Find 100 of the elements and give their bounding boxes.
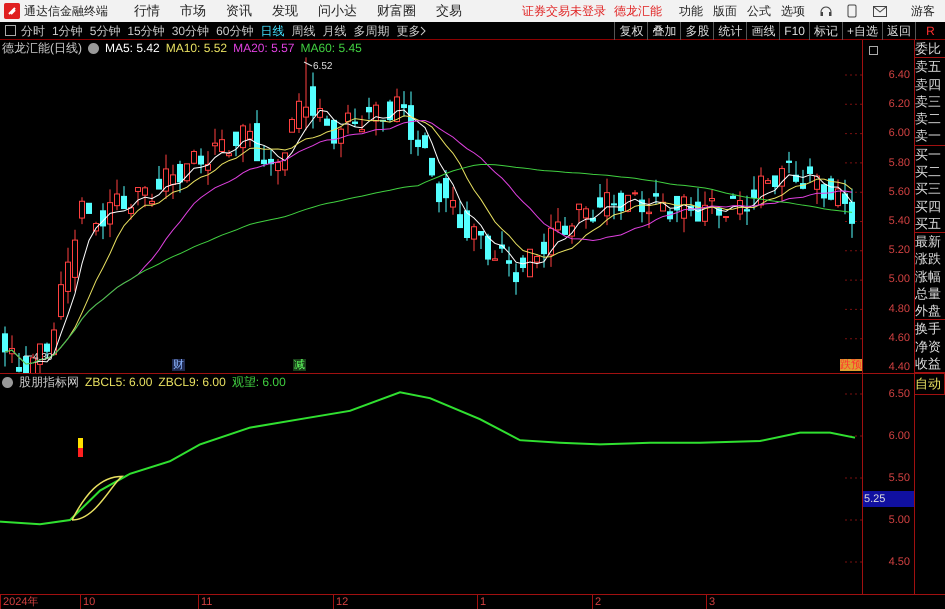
- quote-field-label: 收益: [915, 354, 942, 372]
- indicator-value: 观望: 6.00: [232, 374, 286, 391]
- date-axis-label: 11: [198, 595, 212, 609]
- toolbar-button[interactable]: 叠加: [647, 22, 680, 40]
- period-tab[interactable]: 月线: [322, 22, 346, 40]
- period-tab[interactable]: 日线: [260, 22, 284, 40]
- indicator-curve: [71, 476, 123, 521]
- period-tab[interactable]: 5分钟: [90, 22, 120, 40]
- period-tab[interactable]: 多周期: [353, 22, 390, 40]
- price-axis-label: 6.00: [888, 127, 910, 140]
- period-tab[interactable]: 1分钟: [52, 22, 83, 40]
- price-axis-label: 5.00: [888, 273, 910, 286]
- quote-field-label: 买五: [915, 214, 942, 232]
- panel-toggle-icon[interactable]: [869, 46, 878, 55]
- ma-value: MA20: 5.57: [233, 40, 294, 57]
- signal-bar-icon: [78, 438, 83, 457]
- quote-field-label: 委比: [915, 40, 942, 58]
- dropdown-icon[interactable]: [2, 376, 13, 388]
- price-axis-label: 6.40: [888, 69, 910, 81]
- price-axis-label: 6.20: [888, 98, 910, 110]
- event-marker[interactable]: 财: [172, 359, 185, 371]
- menu-item[interactable]: 财富圈: [377, 1, 416, 21]
- quote-field-label: 买一: [915, 146, 942, 163]
- menu-item[interactable]: 问小达: [318, 1, 357, 21]
- auto-mode-label[interactable]: 自动: [915, 374, 945, 395]
- quote-field-label: 净资: [915, 338, 942, 355]
- indicator-axis-label: 6.50: [888, 388, 910, 400]
- candlestick: [429, 158, 435, 178]
- indicator-axis-label: 6.00: [888, 430, 910, 442]
- toolbar-button[interactable]: 画线: [746, 22, 780, 40]
- quote-field-label: 涨跌: [915, 250, 942, 268]
- login-notice[interactable]: 证券交易未登录: [522, 2, 606, 20]
- period-tab[interactable]: 15分钟: [127, 22, 165, 40]
- menu-item[interactable]: 发现: [272, 1, 298, 21]
- indicator-value: ZBCL9: 6.00: [158, 374, 226, 391]
- date-axis-label: 12: [333, 595, 348, 609]
- quote-field-label: 总量: [915, 284, 942, 302]
- panel-toggle-icon[interactable]: [5, 25, 16, 36]
- headset-icon[interactable]: [819, 4, 833, 18]
- date-axis-label: 1: [477, 595, 486, 609]
- guest-label[interactable]: 游客: [911, 2, 935, 20]
- menu-item[interactable]: 版面: [713, 2, 737, 20]
- menu-item[interactable]: 公式: [747, 2, 771, 20]
- date-axis-label: 2024年: [0, 595, 38, 609]
- app-logo-icon: [4, 3, 20, 19]
- period-tab[interactable]: 30分钟: [172, 22, 210, 40]
- dropdown-icon[interactable]: [88, 42, 99, 54]
- stock-link[interactable]: 德龙汇能: [614, 2, 662, 20]
- menu-item[interactable]: 市场: [180, 1, 206, 21]
- high-label: 6.52: [304, 61, 332, 72]
- stock-title: 德龙汇能(日线): [2, 40, 82, 57]
- toolbar-button[interactable]: 多股: [680, 22, 714, 40]
- price-axis-label: 4.40: [888, 360, 910, 373]
- toolbar-button[interactable]: 返回: [882, 22, 915, 40]
- event-marker[interactable]: 减: [293, 359, 306, 371]
- ma-value: MA60: 5.45: [300, 40, 362, 57]
- menu-item[interactable]: 选项: [781, 2, 805, 20]
- mode-badge: R: [915, 22, 945, 40]
- quote-field-label: 卖四: [915, 76, 942, 93]
- quote-field-label: 卖二: [915, 110, 942, 128]
- indicator-axis-label: 5.00: [888, 514, 910, 526]
- indicator-value: ZBCL5: 6.00: [85, 374, 152, 391]
- toolbar-button[interactable]: +自选: [842, 22, 882, 40]
- menu-item[interactable]: 交易: [436, 1, 462, 21]
- indicator-title: 股朋指标网: [19, 374, 79, 391]
- menu-item[interactable]: 资讯: [226, 1, 252, 21]
- quote-field-label: 买三: [915, 180, 942, 198]
- quote-field-label: 换手: [915, 320, 942, 338]
- quote-field-label: 涨幅: [915, 268, 942, 285]
- quote-field-label: 卖三: [915, 92, 942, 110]
- period-tab[interactable]: 周线: [291, 22, 316, 40]
- more-menu[interactable]: 更多: [396, 22, 428, 40]
- indicator-axis-label: 5.50: [888, 472, 910, 484]
- price-axis-label: 4.80: [888, 302, 910, 314]
- price-axis-label: 5.20: [888, 244, 910, 256]
- period-tab[interactable]: 60分钟: [216, 22, 254, 40]
- ma-value: MA10: 5.52: [166, 40, 228, 57]
- phone-icon[interactable]: [847, 4, 857, 18]
- quote-field-label: 卖五: [915, 58, 942, 76]
- toolbar-button[interactable]: 统计: [713, 22, 746, 40]
- date-axis-label: 2: [592, 595, 602, 609]
- chevron-icon: [420, 26, 428, 36]
- indicator-axis-label: 4.50: [888, 556, 910, 568]
- menu-item[interactable]: 功能: [679, 2, 703, 20]
- toolbar-button[interactable]: F10: [779, 22, 809, 40]
- menu-item[interactable]: 行情: [134, 1, 160, 21]
- quote-field-label: 买二: [915, 162, 942, 180]
- period-tab[interactable]: 分时: [21, 22, 45, 40]
- current-value-badge: 5.25: [863, 491, 914, 507]
- toolbar-button[interactable]: 复权: [614, 22, 648, 40]
- price-axis-label: 5.80: [888, 156, 910, 169]
- price-axis-label: 5.40: [888, 214, 910, 227]
- quote-field-label: 买四: [915, 198, 942, 215]
- date-axis-label: 3: [706, 595, 716, 609]
- ma-value: MA5: 5.42: [105, 40, 160, 57]
- quote-field-label: 最新: [915, 233, 942, 250]
- date-axis-label: 10: [80, 595, 96, 609]
- mail-icon[interactable]: [873, 6, 887, 16]
- toolbar-button[interactable]: 标记: [808, 22, 842, 40]
- quote-field-label: 外盘: [915, 302, 942, 320]
